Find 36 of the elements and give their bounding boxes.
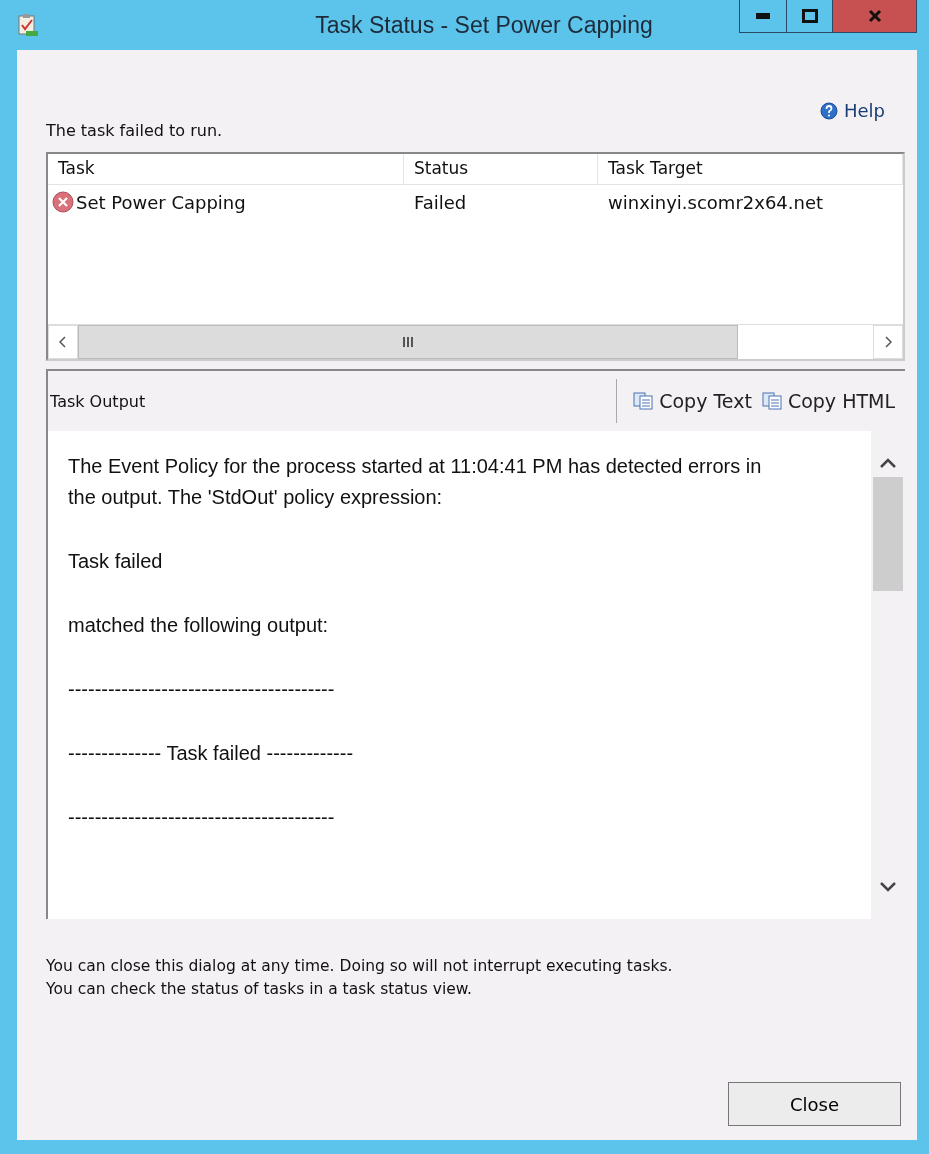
- info-text: You can close this dialog at any time. Doing so will not interrupt executing tasks.: [46, 956, 674, 977]
- column-header[interactable]: Status: [404, 154, 598, 184]
- column-header[interactable]: Task Target: [598, 154, 903, 184]
- panel-title: Task Output: [49, 391, 146, 411]
- output-text: ----------------------------------------: [68, 677, 336, 702]
- scroll-up-icon: [879, 457, 897, 469]
- output-text: matched the following output:: [68, 613, 330, 638]
- scroll-down-icon: [879, 881, 897, 893]
- table-cell: winxinyi.scomr2x64.net: [608, 191, 824, 213]
- scroll-right-icon: [884, 336, 892, 348]
- copy-link[interactable]: Copy HTML: [761, 390, 895, 412]
- clipboard-icon: [17, 13, 39, 37]
- column-header[interactable]: Task: [48, 154, 404, 184]
- scroll-left-icon: [59, 336, 67, 348]
- copy-icon: [761, 392, 782, 410]
- scroll-thumb[interactable]: [78, 325, 738, 359]
- info-text: You can check the status of tasks in a task status view.: [46, 979, 473, 1000]
- copy-icon: [633, 392, 654, 410]
- horizontal-scrollbar[interactable]: [48, 324, 903, 359]
- window-title: Task Status - Set Power Capping: [314, 11, 654, 39]
- output-text: The Event Policy for the process started at 11:04:41 PM has detected errors in the output. The 'StdOut' policy expression:: [68, 454, 763, 510]
- status-message: The task failed to run.: [46, 121, 223, 140]
- grip-icon: [401, 337, 414, 347]
- output-text: -------------- Task failed -------------: [68, 741, 355, 766]
- scroll-thumb[interactable]: [873, 477, 903, 591]
- minimize-icon: [756, 13, 770, 19]
- close-dialog-button[interactable]: Close: [728, 1082, 901, 1126]
- table-cell: Failed: [414, 191, 467, 213]
- copy-link[interactable]: Copy Text: [633, 390, 752, 412]
- output-text: Task failed: [68, 549, 164, 574]
- close-icon: [867, 9, 882, 23]
- help-link[interactable]: Help: [819, 100, 885, 121]
- help-icon: [819, 101, 838, 120]
- maximize-icon: [801, 9, 818, 23]
- table-cell: Set Power Capping: [76, 191, 246, 213]
- output-text: ----------------------------------------: [68, 805, 336, 830]
